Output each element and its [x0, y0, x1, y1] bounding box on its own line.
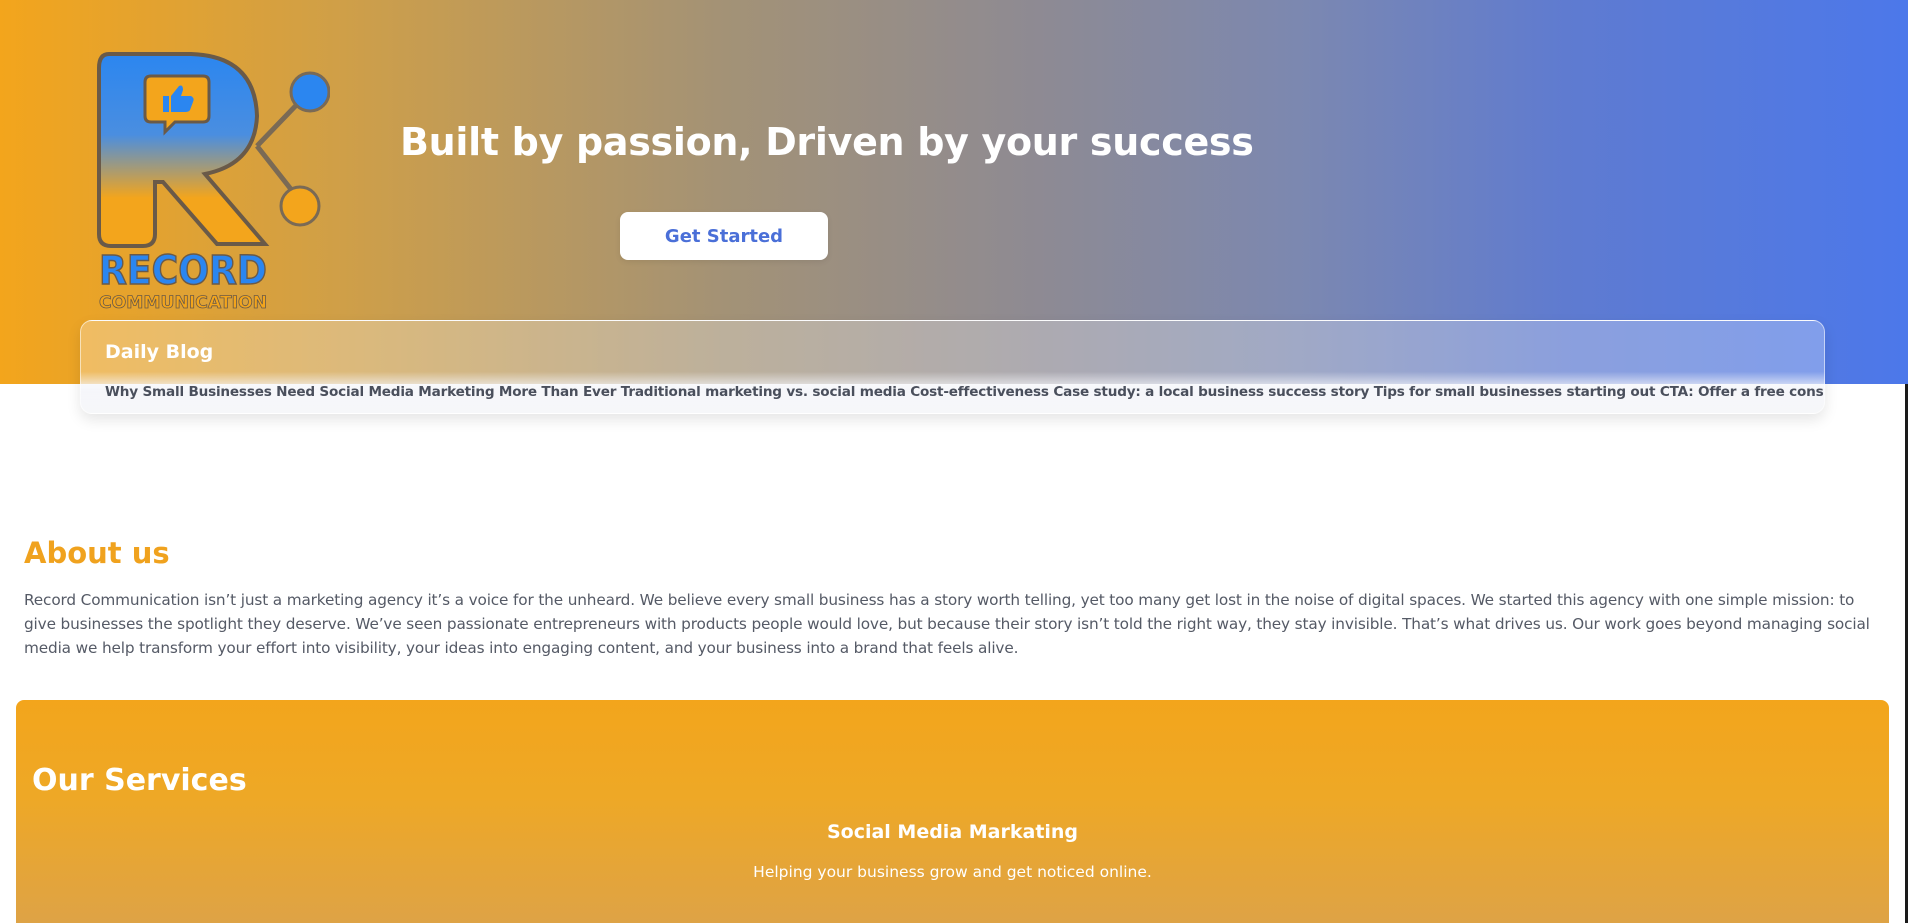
daily-blog-text: Why Small Businesses Need Social Media M… — [105, 384, 1825, 400]
about-text: Record Communication isn’t just a market… — [24, 591, 1870, 657]
logo-text-record: RECORD — [99, 248, 267, 294]
service-name: Social Media Markating — [826, 821, 1079, 843]
about-title: About us — [24, 536, 170, 570]
hero-title: Built by passion, Driven by your success — [400, 120, 1254, 164]
services-title: Our Services — [32, 763, 247, 798]
network-nodes-icon — [255, 71, 330, 227]
record-communication-logo[interactable]: RECORD COMMUNICATION — [95, 46, 330, 312]
services-section: Our Services Social Media Markating Help… — [16, 700, 1889, 923]
daily-blog-title: Daily Blog — [105, 341, 214, 363]
page: RECORD COMMUNICATION Built by passion, D… — [0, 0, 1908, 923]
service-description: Helping your business grow and get notic… — [753, 863, 1152, 881]
daily-blog-card[interactable]: Daily Blog Why Small Businesses Need Soc… — [80, 320, 1825, 414]
logo-text-communication: COMMUNICATION — [99, 293, 267, 312]
get-started-button[interactable]: Get Started — [620, 212, 828, 260]
